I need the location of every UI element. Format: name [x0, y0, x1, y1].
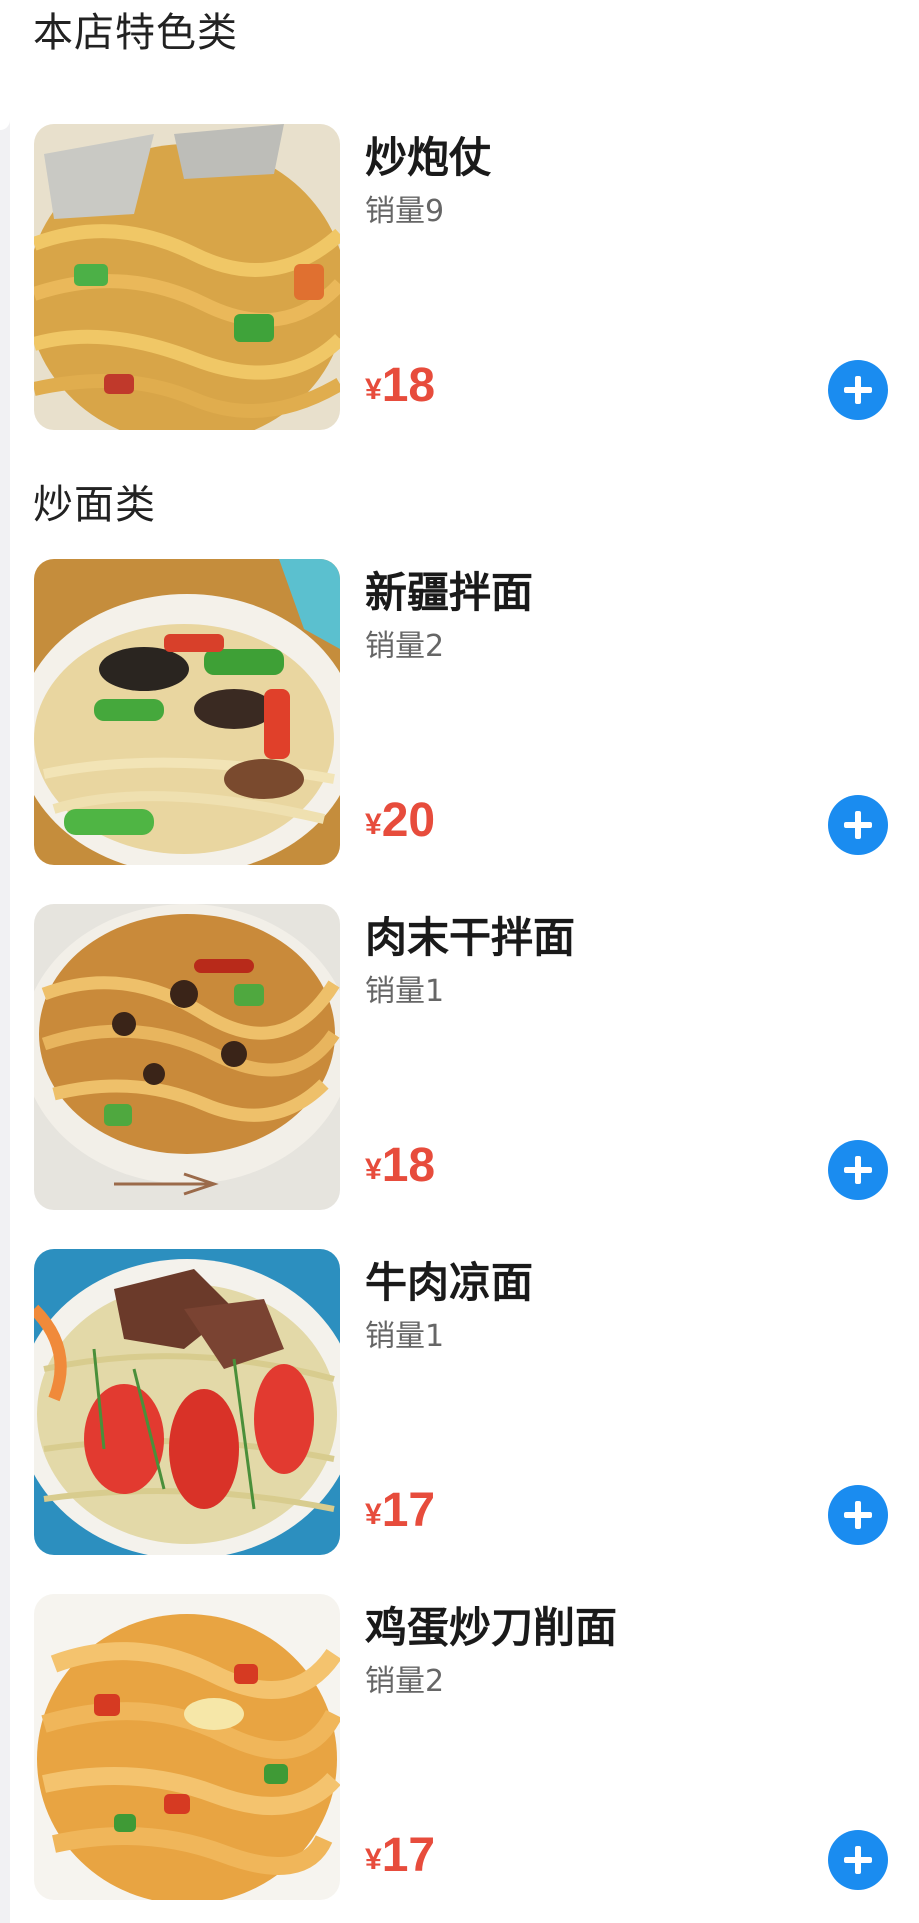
add-to-cart-button[interactable]: [828, 1830, 888, 1890]
plus-icon: [855, 811, 861, 839]
dish-price: ¥18: [365, 1142, 435, 1190]
add-to-cart-button[interactable]: [828, 360, 888, 420]
menu-item[interactable]: 炒炮仗 销量9 ¥18: [0, 124, 919, 430]
price-amount: 17: [381, 1829, 436, 1882]
sales-count: 销量9: [365, 194, 445, 229]
dish-image[interactable]: [34, 904, 340, 1210]
dish-image[interactable]: [34, 559, 340, 865]
noodle-dish-photo-icon: [34, 904, 340, 1210]
menu-item[interactable]: 新疆拌面 销量2 ¥20: [0, 559, 919, 865]
currency-symbol: ¥: [365, 1498, 382, 1531]
dish-image[interactable]: [34, 124, 340, 430]
currency-symbol: ¥: [365, 1843, 382, 1876]
noodle-dish-photo-icon: [34, 1249, 340, 1555]
dish-name: 炒炮仗: [365, 133, 492, 182]
currency-symbol: ¥: [365, 1153, 382, 1186]
plus-icon: [855, 1846, 861, 1874]
dish-name: 肉末干拌面: [365, 913, 576, 962]
dish-image[interactable]: [34, 1594, 340, 1900]
dish-name: 鸡蛋炒刀削面: [365, 1603, 618, 1652]
noodle-dish-photo-icon: [34, 124, 340, 430]
price-amount: 17: [381, 1484, 436, 1537]
dish-name: 新疆拌面: [365, 568, 534, 617]
plus-icon: [855, 1501, 861, 1529]
dish-price: ¥20: [365, 797, 435, 845]
dish-price: ¥17: [365, 1832, 435, 1880]
noodle-dish-photo-icon: [34, 1594, 340, 1900]
dish-price: ¥18: [365, 362, 435, 410]
menu-item[interactable]: 肉末干拌面 销量1 ¥18: [0, 904, 919, 1210]
add-to-cart-button[interactable]: [828, 795, 888, 855]
currency-symbol: ¥: [365, 808, 382, 841]
add-to-cart-button[interactable]: [828, 1140, 888, 1200]
sales-count: 销量1: [365, 974, 445, 1009]
section-title: 炒面类: [33, 482, 156, 528]
sales-count: 销量1: [365, 1319, 445, 1354]
sidebar-notch: [0, 0, 10, 130]
currency-symbol: ¥: [365, 373, 382, 406]
menu-item[interactable]: 鸡蛋炒刀削面 销量2 ¥17: [0, 1594, 919, 1900]
dish-name: 牛肉凉面: [365, 1258, 534, 1307]
add-to-cart-button[interactable]: [828, 1485, 888, 1545]
plus-icon: [855, 1156, 861, 1184]
section-title: 本店特色类: [33, 10, 238, 56]
price-amount: 18: [381, 1139, 436, 1192]
sales-count: 销量2: [365, 1664, 445, 1699]
menu-item[interactable]: 牛肉凉面 销量1 ¥17: [0, 1249, 919, 1555]
plus-icon: [855, 376, 861, 404]
dish-image[interactable]: [34, 1249, 340, 1555]
noodle-dish-photo-icon: [34, 559, 340, 865]
sales-count: 销量2: [365, 629, 445, 664]
price-amount: 18: [381, 359, 436, 412]
dish-price: ¥17: [365, 1487, 435, 1535]
price-amount: 20: [381, 794, 436, 847]
